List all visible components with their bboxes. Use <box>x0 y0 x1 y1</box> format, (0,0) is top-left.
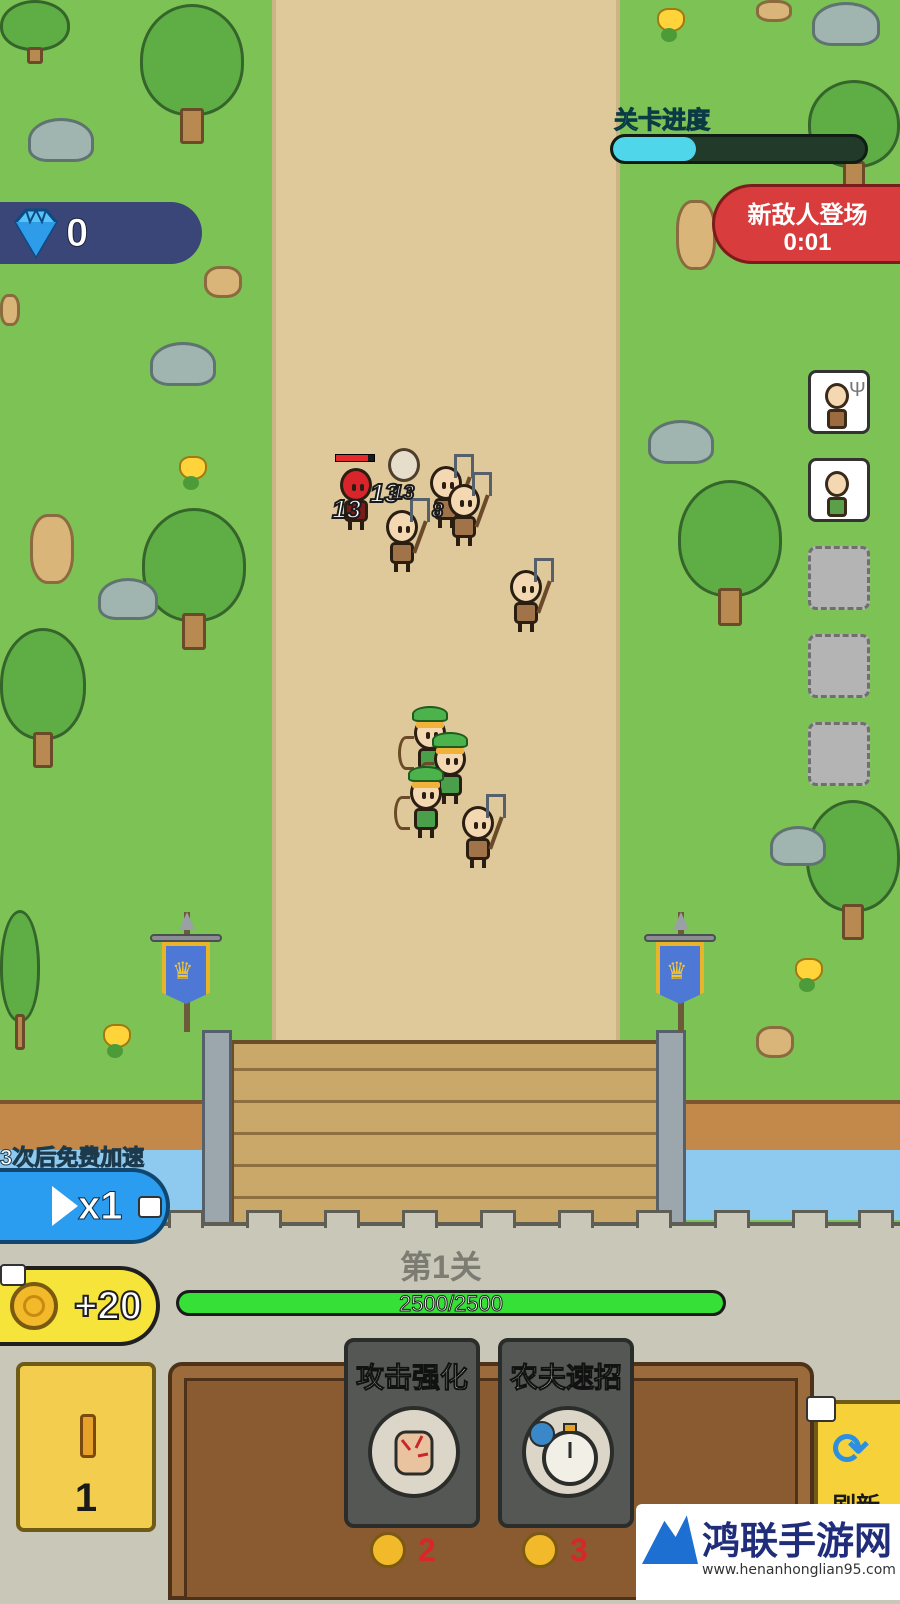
tree <box>0 628 86 768</box>
rock <box>770 826 826 866</box>
new-enemy-title: 新敌人登场 <box>747 202 868 229</box>
card-cost-value: 2 <box>418 1532 436 1568</box>
wave-number: 1 <box>74 1476 98 1520</box>
watermark-url: www.henanhonglian95.com <box>702 1562 896 1578</box>
video-ad-icon <box>138 1196 162 1218</box>
cliff-right <box>686 1100 900 1154</box>
tree-stump <box>204 266 242 298</box>
farmer-unit <box>442 472 492 546</box>
flower <box>792 958 823 994</box>
farmer-unit <box>380 498 430 572</box>
tree-stump <box>756 0 792 22</box>
tree <box>678 480 782 626</box>
wall-merlon <box>558 1210 594 1228</box>
rock <box>812 2 880 46</box>
wall-merlon <box>636 1210 672 1228</box>
speed-button[interactable]: x1 <box>0 1168 170 1244</box>
video-ad-icon <box>0 1264 26 1286</box>
farmer-unit <box>504 558 554 632</box>
tree <box>806 800 900 940</box>
crown-banner-right: ♛ <box>644 912 716 1032</box>
level-progress-label: 关卡进度 <box>614 107 711 135</box>
flower <box>100 1024 131 1060</box>
unit-slot-farmer-sickle[interactable] <box>808 458 870 522</box>
tree-stump <box>756 1026 794 1058</box>
level-name: 第1关 <box>400 1249 482 1285</box>
upgrade-card-attack-boost[interactable]: 攻击强化 <box>344 1338 480 1528</box>
coin-icon <box>10 1282 58 1330</box>
card-title: 攻击强化 <box>355 1362 468 1394</box>
card-title: 农夫速招 <box>509 1362 622 1394</box>
wall-merlon <box>858 1210 894 1228</box>
gem-count: 0 <box>65 211 89 256</box>
crown-banner-left: ♛ <box>150 912 222 1032</box>
pitchfork-icon: Ψ <box>849 379 866 401</box>
wave-marker-icon <box>80 1414 96 1458</box>
enemy-health-bar <box>335 454 375 462</box>
rock <box>98 578 158 620</box>
card-cost-value: 3 <box>570 1532 588 1568</box>
flower <box>176 456 207 492</box>
tree <box>0 910 40 1050</box>
video-ad-icon <box>806 1396 836 1422</box>
level-progress-bar <box>610 134 868 164</box>
refresh-icon: ⟳ <box>832 1425 869 1474</box>
wave-card[interactable]: 1 <box>16 1362 156 1532</box>
wall-merlon <box>324 1210 360 1228</box>
watermark-title: 鸿联手游网 <box>702 1519 893 1563</box>
tree <box>140 4 244 144</box>
archer-unit <box>394 766 448 838</box>
coin-bonus-label: +20 <box>73 1283 143 1329</box>
flower <box>654 8 685 44</box>
coin-icon <box>370 1532 406 1568</box>
rock <box>28 118 94 162</box>
rock <box>648 420 714 464</box>
bridge-chain-post-left <box>202 1030 232 1230</box>
speed-label: x1 <box>78 1184 123 1229</box>
unit-slot-empty[interactable] <box>808 634 870 698</box>
upgrade-card-farmer-recruit[interactable]: 农夫速招 <box>498 1338 634 1528</box>
tree <box>0 0 70 64</box>
tree-stump <box>30 514 74 584</box>
crown-icon: ♛ <box>172 958 194 985</box>
castle-hp-bar: 2500/2500 <box>176 1290 726 1316</box>
site-watermark: 鸿联手游网 www.henanhonglian95.com <box>636 1504 900 1600</box>
unit-slot-empty[interactable] <box>808 546 870 610</box>
tree-stump <box>0 294 20 326</box>
level-progress-fill <box>613 137 697 161</box>
tree <box>142 508 246 650</box>
farmer-unit <box>456 794 506 868</box>
tree-stump <box>676 200 716 270</box>
damage-number: 8 <box>431 499 444 523</box>
castle-hp-text: 2500/2500 <box>399 1291 504 1316</box>
wall-merlon <box>246 1210 282 1228</box>
fist-icon <box>368 1406 460 1498</box>
wall-merlon <box>168 1210 204 1228</box>
damage-number: 13 <box>331 493 362 525</box>
bridge-chain-post-right <box>656 1030 686 1230</box>
new-enemy-alert: 新敌人登场 0:01 <box>712 184 900 264</box>
coin-icon <box>522 1532 558 1568</box>
wall-merlon <box>792 1210 828 1228</box>
crown-icon: ♛ <box>666 958 688 985</box>
stopwatch-icon <box>522 1406 614 1498</box>
unit-slot-farmer-pitchfork[interactable]: Ψ <box>808 370 870 434</box>
drawbridge <box>230 1040 660 1230</box>
wall-merlon <box>480 1210 516 1228</box>
play-icon <box>52 1186 78 1226</box>
new-enemy-timer: 0:01 <box>783 229 832 256</box>
unit-slot-empty[interactable] <box>808 722 870 786</box>
wall-merlon <box>714 1210 750 1228</box>
watermark-logo-icon <box>642 1515 698 1564</box>
wall-merlon <box>402 1210 438 1228</box>
diamond-icon <box>14 207 58 259</box>
damage-number: 13 <box>391 481 415 505</box>
rock <box>150 342 216 386</box>
